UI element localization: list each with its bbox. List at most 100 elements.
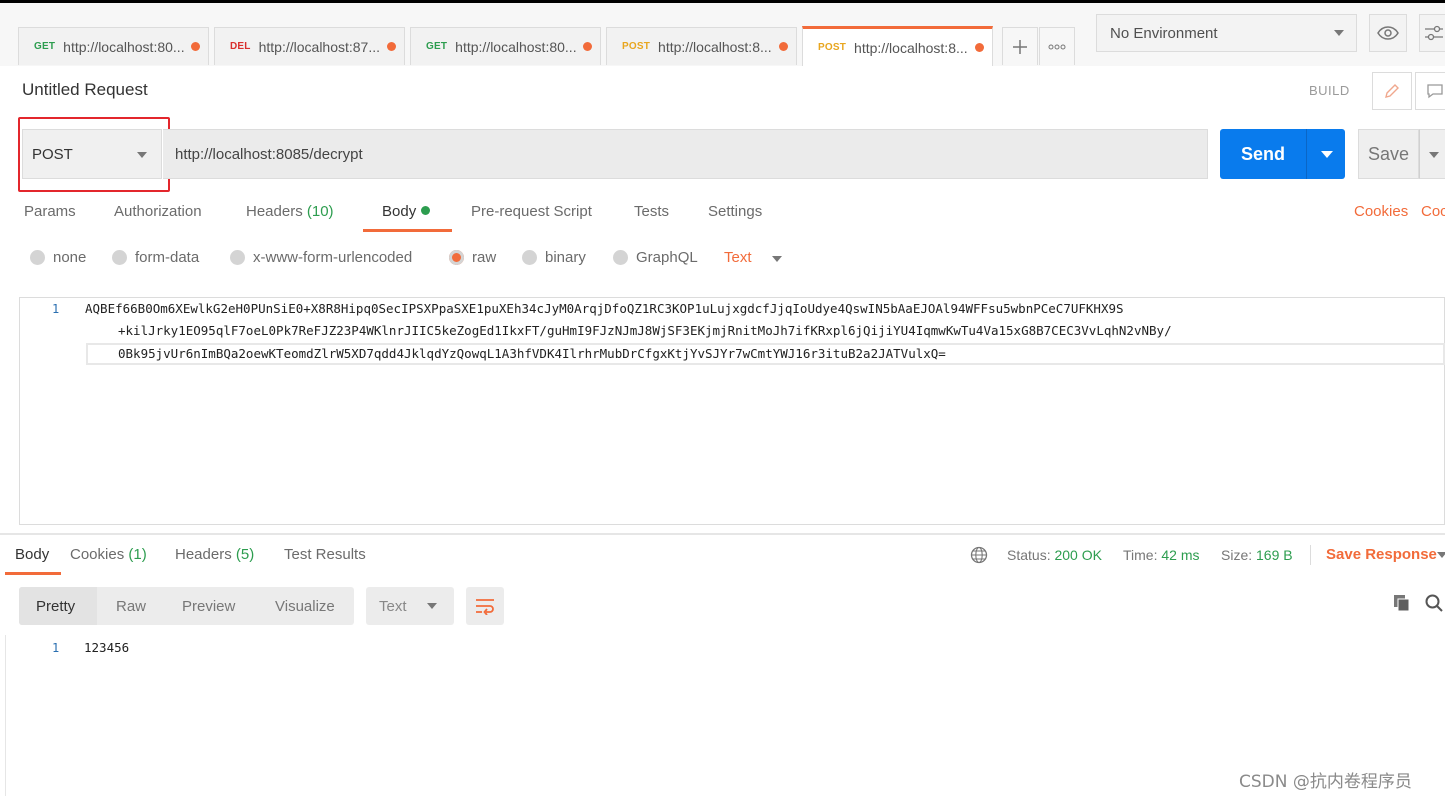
search-icon[interactable] bbox=[1425, 594, 1443, 616]
body-type-none[interactable]: none bbox=[30, 249, 86, 266]
response-tab-headers[interactable]: Headers (5) bbox=[175, 546, 254, 563]
response-tab-body[interactable]: Body bbox=[15, 546, 49, 563]
tab-body[interactable]: Body bbox=[382, 203, 431, 220]
tab-prerequest-script[interactable]: Pre-request Script bbox=[471, 203, 592, 220]
body-type-label: raw bbox=[472, 249, 497, 266]
response-format-value: Text bbox=[379, 597, 407, 615]
chevron-down-icon bbox=[1334, 30, 1344, 36]
radio-icon bbox=[30, 250, 45, 265]
wrap-lines-icon bbox=[476, 599, 494, 615]
request-response-divider[interactable] bbox=[0, 533, 1445, 535]
response-format-select[interactable]: Text bbox=[366, 587, 454, 625]
tab-url: http://localhost:80... bbox=[455, 38, 577, 55]
tab-authorization[interactable]: Authorization bbox=[114, 203, 202, 220]
status-label: Status: bbox=[1007, 547, 1051, 563]
response-body-viewer[interactable] bbox=[5, 635, 1445, 796]
unsaved-dot-icon bbox=[975, 43, 984, 52]
tab-method: POST bbox=[818, 42, 847, 53]
request-tab-3[interactable]: GET http://localhost:80... bbox=[410, 27, 601, 65]
tab-url: http://localhost:80... bbox=[63, 38, 185, 55]
body-code-line: AQBEf66B0Om6XEwlkG2eH0PUnSiE0+X8R8Hipq0S… bbox=[85, 301, 1124, 316]
response-status[interactable]: Status: 200 OK bbox=[1007, 547, 1102, 563]
unsaved-dot-icon bbox=[387, 42, 396, 51]
pencil-icon bbox=[1385, 84, 1399, 98]
body-type-label: GraphQL bbox=[636, 249, 698, 266]
edit-button[interactable] bbox=[1372, 72, 1412, 110]
body-type-form-data[interactable]: form-data bbox=[112, 249, 199, 266]
tab-body-label: Body bbox=[382, 203, 417, 220]
response-tab-test-results[interactable]: Test Results bbox=[284, 546, 366, 563]
comments-button[interactable] bbox=[1415, 72, 1445, 110]
body-type-raw[interactable]: raw bbox=[449, 249, 496, 266]
chevron-down-icon[interactable] bbox=[1437, 552, 1445, 558]
tab-url: http://localhost:8... bbox=[854, 39, 968, 56]
body-type-label: none bbox=[53, 249, 87, 266]
copy-icon[interactable] bbox=[1393, 594, 1411, 616]
request-title[interactable]: Untitled Request bbox=[22, 80, 148, 100]
tab-params[interactable]: Params bbox=[24, 203, 76, 220]
globe-icon[interactable] bbox=[970, 546, 988, 568]
cookies-link[interactable]: Cookies bbox=[1354, 203, 1408, 220]
body-type-binary[interactable]: binary bbox=[522, 249, 586, 266]
active-response-tab-underline bbox=[5, 572, 61, 575]
size-value: 169 B bbox=[1256, 547, 1293, 563]
save-response-button[interactable]: Save Response bbox=[1326, 546, 1437, 563]
radio-icon bbox=[230, 250, 245, 265]
more-dots-icon bbox=[1048, 44, 1066, 49]
body-type-urlencoded[interactable]: x-www-form-urlencoded bbox=[230, 249, 412, 266]
body-type-label: x-www-form-urlencoded bbox=[253, 249, 413, 266]
plus-icon bbox=[1013, 39, 1027, 54]
new-tab-button[interactable] bbox=[1002, 27, 1038, 65]
manage-environments-button[interactable] bbox=[1419, 14, 1445, 52]
environment-select[interactable]: No Environment bbox=[1096, 14, 1357, 52]
tab-headers-count: (10) bbox=[306, 203, 334, 220]
request-url-input[interactable]: http://localhost:8085/decrypt bbox=[163, 129, 1208, 179]
line-number: 1 bbox=[52, 302, 60, 316]
size-label: Size: bbox=[1221, 547, 1253, 563]
body-code-line: 0Bk95jvUr6nImBQa2oewKTeomdZlrW5XD7qdd4Jk… bbox=[118, 346, 946, 361]
chevron-down-icon[interactable] bbox=[772, 256, 782, 262]
tab-tests[interactable]: Tests bbox=[634, 203, 669, 220]
body-type-graphql[interactable]: GraphQL bbox=[613, 249, 698, 266]
active-tab-underline bbox=[363, 229, 452, 232]
save-button[interactable]: Save bbox=[1358, 129, 1419, 179]
view-visualize-button[interactable]: Visualize bbox=[275, 598, 335, 615]
response-tab-cookies[interactable]: Cookies (1) bbox=[70, 546, 147, 563]
save-options-dropdown[interactable] bbox=[1419, 129, 1445, 179]
more-tabs-button[interactable] bbox=[1039, 27, 1075, 65]
unsaved-dot-icon bbox=[583, 42, 592, 51]
tab-url: http://localhost:8... bbox=[658, 38, 772, 55]
environment-value: No Environment bbox=[1110, 24, 1218, 42]
view-raw-button[interactable]: Raw bbox=[116, 598, 146, 615]
wrap-lines-button[interactable] bbox=[466, 587, 504, 625]
radio-icon bbox=[522, 250, 537, 265]
tab-headers[interactable]: Headers (10) bbox=[246, 203, 334, 220]
body-type-label: form-data bbox=[135, 249, 200, 266]
request-tab-2[interactable]: DEL http://localhost:87... bbox=[214, 27, 405, 65]
csdn-watermark: CSDN @抗内卷程序员 bbox=[1239, 772, 1412, 792]
unsaved-dot-icon bbox=[191, 42, 200, 51]
request-url-value: http://localhost:8085/decrypt bbox=[175, 145, 363, 163]
response-line-number: 1 bbox=[52, 641, 60, 655]
tab-method: GET bbox=[34, 41, 56, 52]
send-button[interactable]: Send bbox=[1220, 129, 1306, 179]
code-link[interactable]: Coc bbox=[1421, 203, 1445, 220]
status-value: 200 OK bbox=[1054, 547, 1102, 563]
sliders-icon bbox=[1425, 25, 1443, 41]
view-pretty-button[interactable]: Pretty bbox=[36, 598, 75, 615]
environment-quick-look-button[interactable] bbox=[1369, 14, 1407, 52]
request-tab-1[interactable]: GET http://localhost:80... bbox=[18, 27, 209, 65]
body-indicator-dot-icon bbox=[421, 206, 431, 215]
time-label: Time: bbox=[1123, 547, 1158, 563]
tab-method: DEL bbox=[230, 41, 251, 52]
response-body-text: 123456 bbox=[84, 640, 130, 655]
request-tab-5-active[interactable]: POST http://localhost:8... bbox=[802, 26, 993, 66]
tab-settings[interactable]: Settings bbox=[708, 203, 762, 220]
request-tab-4[interactable]: POST http://localhost:8... bbox=[606, 27, 797, 65]
raw-format-select[interactable]: Text bbox=[724, 249, 752, 266]
tab-headers-label: Headers bbox=[246, 203, 303, 220]
response-time[interactable]: Time: 42 ms bbox=[1123, 547, 1200, 563]
send-options-dropdown[interactable] bbox=[1306, 129, 1345, 179]
response-size[interactable]: Size: 169 B bbox=[1221, 547, 1293, 563]
view-preview-button[interactable]: Preview bbox=[182, 598, 235, 615]
